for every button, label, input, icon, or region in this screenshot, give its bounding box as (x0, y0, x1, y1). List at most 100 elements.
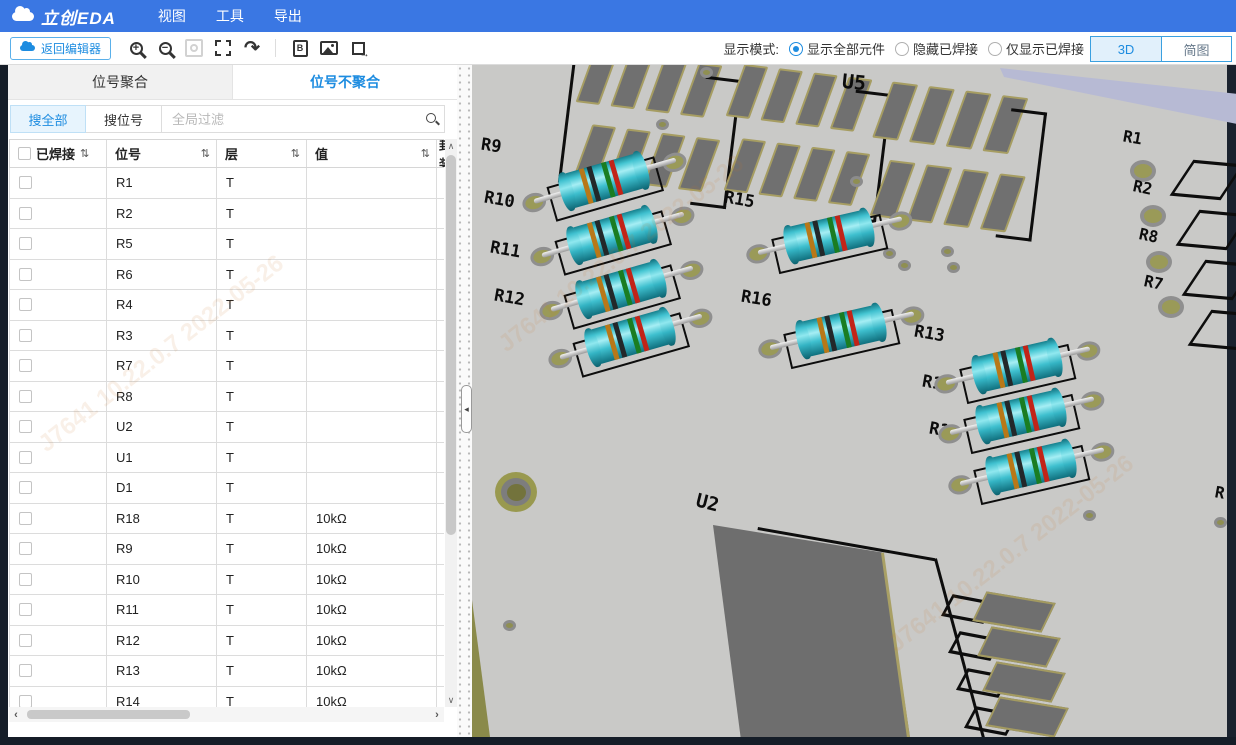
scroll-left-arrow[interactable]: ‹ (9, 707, 23, 722)
sort-icon[interactable]: ⇅ (80, 147, 89, 160)
select-all-checkbox[interactable] (18, 147, 31, 160)
radio-show-only-soldered[interactable]: 仅显示已焊接 (988, 39, 1084, 58)
table-row[interactable]: R11T10kΩ (9, 595, 444, 626)
tab-designator-ungrouped[interactable]: 位号不聚合 (233, 65, 457, 99)
footprint-cell-clipped (437, 290, 444, 320)
row-soldered-checkbox[interactable] (19, 542, 32, 555)
value-cell (307, 290, 437, 320)
fit-view-icon[interactable] (210, 35, 236, 61)
table-row[interactable]: R8T (9, 382, 444, 413)
footprint-cell-clipped (437, 168, 444, 198)
row-soldered-checkbox[interactable] (19, 603, 32, 616)
designator-cell: R7 (107, 351, 217, 381)
row-soldered-checkbox[interactable] (19, 390, 32, 403)
table-row[interactable]: R12T10kΩ (9, 626, 444, 657)
search-designator-button[interactable]: 搜位号 (86, 105, 162, 133)
row-soldered-checkbox[interactable] (19, 268, 32, 281)
footprint-cell-clipped (437, 382, 444, 412)
scroll-right-arrow[interactable]: › (430, 707, 444, 722)
menu-tools[interactable]: 工具 (216, 6, 244, 26)
scroll-down-arrow[interactable]: ∨ (445, 693, 457, 707)
zoom-out-icon[interactable]: − (152, 35, 178, 61)
vertical-scrollbar[interactable]: ∧ ∨ (445, 139, 457, 707)
table-row[interactable]: R10T10kΩ (9, 565, 444, 596)
tab-designator-grouped[interactable]: 位号聚合 (8, 65, 233, 99)
table-row[interactable]: R14T10kΩ (9, 687, 444, 708)
row-soldered-checkbox[interactable] (19, 237, 32, 250)
row-soldered-checkbox[interactable] (19, 512, 32, 525)
radio-show-all-components[interactable]: 显示全部元件 (789, 39, 885, 58)
layer-cell: T (217, 382, 307, 412)
horizontal-scroll-thumb[interactable] (27, 710, 190, 719)
table-row[interactable]: R9T10kΩ (9, 534, 444, 565)
table-row[interactable]: R1T (9, 168, 444, 199)
table-row[interactable]: U1T (9, 443, 444, 474)
app-logo[interactable]: 立创EDA (12, 4, 116, 29)
layer-cell: T (217, 229, 307, 259)
radio-hide-soldered[interactable]: 隐藏已焊接 (895, 39, 978, 58)
rotate-view-icon[interactable]: ↷ (239, 35, 265, 61)
header-designator[interactable]: 位号 ⇅ (107, 140, 217, 167)
table-row[interactable]: R3T (9, 321, 444, 352)
silkscreen-label-R11: R11 (488, 237, 522, 262)
header-layer[interactable]: 层 ⇅ (217, 140, 307, 167)
toolbar: 返回编辑器 + − ↷ B 显示模式: 显示全部元件 隐藏已焊接 仅显示已焊接 (0, 32, 1236, 65)
search-all-button[interactable]: 搜全部 (10, 105, 86, 133)
silkscreen-label-R: R (1213, 482, 1226, 502)
sort-icon[interactable]: ⇅ (291, 147, 300, 160)
global-filter-input[interactable] (162, 106, 444, 132)
menu-view[interactable]: 视图 (158, 6, 186, 26)
view-schematic-button[interactable]: 简图 (1161, 37, 1231, 61)
table-row[interactable]: R5T (9, 229, 444, 260)
sort-icon[interactable]: ⇅ (201, 147, 210, 160)
row-soldered-checkbox[interactable] (19, 634, 32, 647)
menu-export[interactable]: 导出 (274, 6, 302, 26)
footprint-cell-clipped (437, 260, 444, 290)
footprint-cell-clipped (437, 229, 444, 259)
global-filter-field (162, 105, 445, 133)
row-soldered-checkbox[interactable] (19, 176, 32, 189)
table-row[interactable]: R6T (9, 260, 444, 291)
bom-export-icon[interactable]: B (287, 35, 313, 61)
export-3d-file-icon[interactable] (345, 35, 371, 61)
scroll-up-arrow[interactable]: ∧ (445, 139, 457, 153)
table-row[interactable]: R7T (9, 351, 444, 382)
row-soldered-checkbox[interactable] (19, 329, 32, 342)
silkscreen-label-R1: R1 (1121, 126, 1143, 148)
table-row[interactable]: R13T10kΩ (9, 656, 444, 687)
row-soldered-checkbox[interactable] (19, 481, 32, 494)
designator-cell: R9 (107, 534, 217, 564)
row-soldered-checkbox[interactable] (19, 359, 32, 372)
sort-icon[interactable]: ⇅ (421, 147, 430, 160)
horizontal-scrollbar[interactable]: ‹ › (9, 707, 444, 722)
cloud-icon (20, 45, 35, 51)
table-row[interactable]: U2T (9, 412, 444, 443)
row-soldered-checkbox[interactable] (19, 207, 32, 220)
footprint-cell-clipped (437, 565, 444, 595)
layer-cell: T (217, 687, 307, 708)
pcb-3d-viewport[interactable]: U5R9R10R11R12R15R16R13R14R18U2R1R2R8R7R (472, 65, 1236, 737)
zoom-in-icon[interactable]: + (123, 35, 149, 61)
component-list-panel: 位号聚合 位号不聚合 搜全部 搜位号 已焊接 ⇅ 位号 ⇅ 层 ⇅ (8, 65, 457, 737)
row-soldered-checkbox[interactable] (19, 298, 32, 311)
back-to-editor-button[interactable]: 返回编辑器 (10, 37, 111, 60)
table-row[interactable]: R2T (9, 199, 444, 230)
row-soldered-checkbox[interactable] (19, 420, 32, 433)
view-3d-button[interactable]: 3D (1091, 37, 1161, 61)
vertical-scroll-thumb[interactable] (446, 155, 456, 535)
table-row[interactable]: D1T (9, 473, 444, 504)
row-soldered-checkbox[interactable] (19, 451, 32, 464)
row-soldered-checkbox[interactable] (19, 664, 32, 677)
row-soldered-checkbox[interactable] (19, 695, 32, 707)
row-soldered-checkbox[interactable] (19, 573, 32, 586)
snapshot-image-icon[interactable] (316, 35, 342, 61)
value-cell: 10kΩ (307, 504, 437, 534)
header-footprint-clipped[interactable]: 封装 (437, 140, 445, 167)
table-row[interactable]: R18T10kΩ (9, 504, 444, 535)
collapse-panel-handle[interactable]: ◂ (461, 385, 472, 433)
designator-cell: R13 (107, 656, 217, 686)
header-value[interactable]: 值 ⇅ (307, 140, 437, 167)
layer-cell: T (217, 534, 307, 564)
header-soldered[interactable]: 已焊接 ⇅ (10, 140, 107, 167)
table-row[interactable]: R4T (9, 290, 444, 321)
